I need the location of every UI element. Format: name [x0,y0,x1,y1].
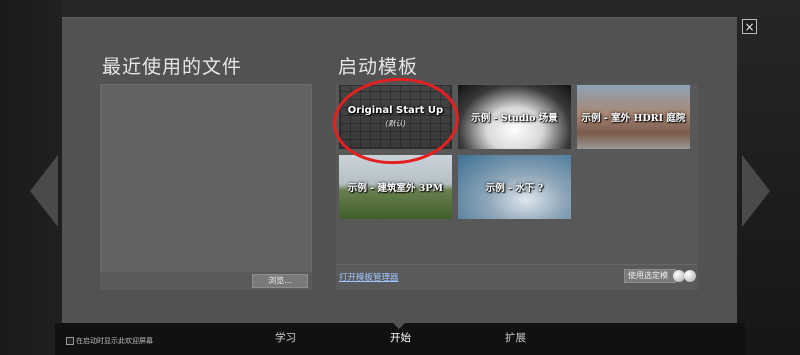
template-default-tag: (默认) [385,119,406,128]
tab-extend[interactable]: 扩展 [505,330,526,345]
bubble-icon [684,270,696,282]
chevron-right-icon[interactable] [742,155,770,227]
template-label: 示例 - Studio 场景 [471,113,558,124]
recent-files-title: 最近使用的文件 [102,56,243,78]
chevron-left-icon[interactable] [30,155,58,227]
close-icon: × [744,19,755,34]
active-tab-pointer [393,323,405,329]
browse-button[interactable]: 浏览... [252,274,308,288]
template-architectural-outdoor-3pm[interactable]: 示例 - 建筑室外 3PM [339,155,452,219]
recent-files-list[interactable] [100,84,312,290]
tab-learn[interactable]: 学习 [275,330,296,345]
template-outdoor-hdri-courtyard[interactable]: 示例 - 室外 HDRI 庭院 [577,85,690,149]
template-label: 示例 - 建筑室外 3PM [347,183,444,194]
tab-start[interactable]: 开始 [390,330,411,345]
template-manager-link[interactable]: 打开模板管理器 [339,271,399,283]
template-label: Original Start Up [347,105,444,116]
show-on-startup-label: 在启动时显示此欢迎屏幕 [76,337,153,345]
startup-templates-title: 启动模板 [338,56,419,78]
template-label: 示例 - 室外 HDRI 庭院 [581,113,686,124]
template-label: 示例 - 水下 ? [485,183,544,194]
template-original-start-up[interactable]: Original Start Up (默认) [339,85,452,149]
use-selected-template-button[interactable]: 使用选定模 [624,269,676,283]
dialog-corner-notch [722,290,736,323]
template-studio-scene[interactable]: 示例 - Studio 场景 [458,85,571,149]
show-on-startup-checkbox[interactable] [66,337,74,345]
close-button[interactable]: × [742,19,757,34]
template-underwater[interactable]: 示例 - 水下 ? [458,155,571,219]
